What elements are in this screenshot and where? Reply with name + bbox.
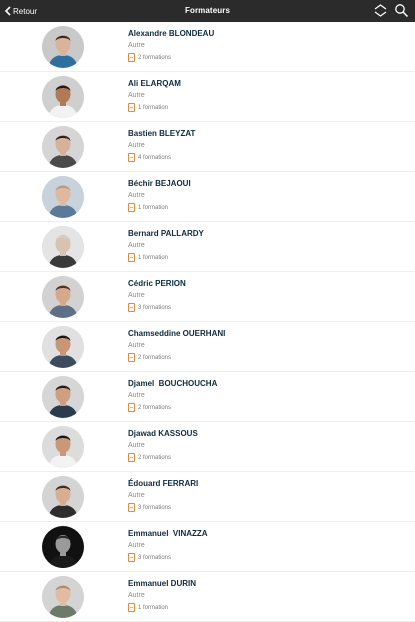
trainer-row[interactable]: Chamseddine OUERHANI Autre 2 formations	[0, 322, 415, 372]
trainer-name: Emmanuel DURIN	[128, 579, 197, 588]
training-count: 1 formation	[128, 603, 168, 612]
training-count-label: 2 formations	[138, 54, 172, 61]
training-count: 2 formations	[128, 453, 171, 462]
document-icon	[128, 453, 135, 462]
trainer-role: Autre	[128, 242, 145, 249]
document-icon	[128, 603, 135, 612]
trainer-list: Alexandre BLONDEAU Autre 2 formations Al…	[0, 22, 415, 622]
trainer-name: Djawad KASSOUS	[128, 429, 198, 438]
training-count: 1 formation	[128, 253, 168, 262]
trainer-row[interactable]: Emmanuel VINAZZA Autre 3 formations	[0, 522, 415, 572]
avatar	[42, 76, 84, 118]
document-icon	[128, 303, 135, 312]
trainer-row[interactable]: Béchir BEJAOUI Autre 1 formation	[0, 172, 415, 222]
trainer-name: Alexandre BLONDEAU	[128, 29, 215, 38]
training-count-label: 1 formation	[138, 104, 169, 111]
training-count-label: 1 formation	[138, 254, 169, 261]
trainer-row[interactable]: Emmanuel DURIN Autre 1 formation	[0, 572, 415, 622]
training-count-label: 2 formations	[138, 354, 172, 361]
trainer-name: Édouard FERRARI	[128, 479, 199, 488]
trainer-role: Autre	[128, 42, 145, 49]
trainer-name: Cédric PERION	[128, 279, 186, 288]
document-icon	[128, 53, 135, 62]
avatar	[42, 376, 84, 418]
training-count: 3 formations	[128, 303, 171, 312]
avatar	[42, 176, 84, 218]
trainer-row[interactable]: Djamel BOUCHOUCHA Autre 2 formations	[0, 372, 415, 422]
training-count-label: 1 formation	[138, 204, 169, 211]
trainer-row[interactable]: Alexandre BLONDEAU Autre 2 formations	[0, 22, 415, 72]
trainer-role: Autre	[128, 192, 145, 199]
trainer-role: Autre	[128, 92, 145, 99]
trainer-name: Djamel BOUCHOUCHA	[128, 379, 218, 388]
training-count: 4 formations	[128, 153, 171, 162]
avatar	[42, 276, 84, 318]
avatar	[42, 576, 84, 618]
search-icon[interactable]	[394, 3, 409, 18]
trainer-name: Bernard PALLARDY	[128, 229, 204, 238]
trainer-name: Béchir BEJAOUI	[128, 179, 191, 188]
document-icon	[128, 353, 135, 362]
document-icon	[128, 503, 135, 512]
trainer-row[interactable]: Cédric PERION Autre 3 formations	[0, 272, 415, 322]
trainer-role: Autre	[128, 292, 145, 299]
trainer-name: Emmanuel VINAZZA	[128, 529, 208, 538]
sort-icon[interactable]	[373, 3, 388, 18]
training-count: 1 formation	[128, 203, 168, 212]
page-title: Formateurs	[184, 6, 230, 15]
trainer-row[interactable]: Djawad KASSOUS Autre 2 formations	[0, 422, 415, 472]
trainer-role: Autre	[128, 392, 145, 399]
document-icon	[128, 203, 135, 212]
avatar	[42, 226, 84, 268]
trainer-row[interactable]: Bastien BLEYZAT Autre 4 formations	[0, 122, 415, 172]
trainer-name: Bastien BLEYZAT	[128, 129, 196, 138]
document-icon	[128, 103, 135, 112]
training-count-label: 3 formations	[138, 504, 172, 511]
top-bar: Retour Formateurs	[0, 0, 415, 22]
training-count-label: 2 formations	[138, 454, 172, 461]
trainer-role: Autre	[128, 592, 145, 599]
document-icon	[128, 553, 135, 562]
trainer-role: Autre	[128, 142, 145, 149]
training-count: 1 formation	[128, 103, 168, 112]
training-count-label: 1 formation	[138, 604, 169, 611]
trainer-role: Autre	[128, 542, 145, 549]
document-icon	[128, 253, 135, 262]
training-count: 2 formations	[128, 403, 171, 412]
avatar	[42, 526, 84, 568]
avatar	[42, 126, 84, 168]
training-count: 2 formations	[128, 353, 171, 362]
trainer-name: Ali ELARQAM	[128, 79, 181, 88]
document-icon	[128, 153, 135, 162]
trainer-role: Autre	[128, 342, 145, 349]
trainer-role: Autre	[128, 492, 145, 499]
trainer-row[interactable]: Édouard FERRARI Autre 3 formations	[0, 472, 415, 522]
avatar	[42, 426, 84, 468]
trainer-row[interactable]: Ali ELARQAM Autre 1 formation	[0, 72, 415, 122]
avatar	[42, 326, 84, 368]
training-count-label: 2 formations	[138, 404, 172, 411]
training-count: 3 formations	[128, 503, 171, 512]
trainer-role: Autre	[128, 442, 145, 449]
avatar	[42, 476, 84, 518]
trainer-row[interactable]: Bernard PALLARDY Autre 1 formation	[0, 222, 415, 272]
avatar	[42, 26, 84, 68]
training-count-label: 3 formations	[138, 304, 172, 311]
training-count-label: 3 formations	[138, 554, 172, 561]
trainer-name: Chamseddine OUERHANI	[128, 329, 226, 338]
document-icon	[128, 403, 135, 412]
training-count-label: 4 formations	[138, 154, 172, 161]
training-count: 3 formations	[128, 553, 171, 562]
training-count: 2 formations	[128, 53, 171, 62]
